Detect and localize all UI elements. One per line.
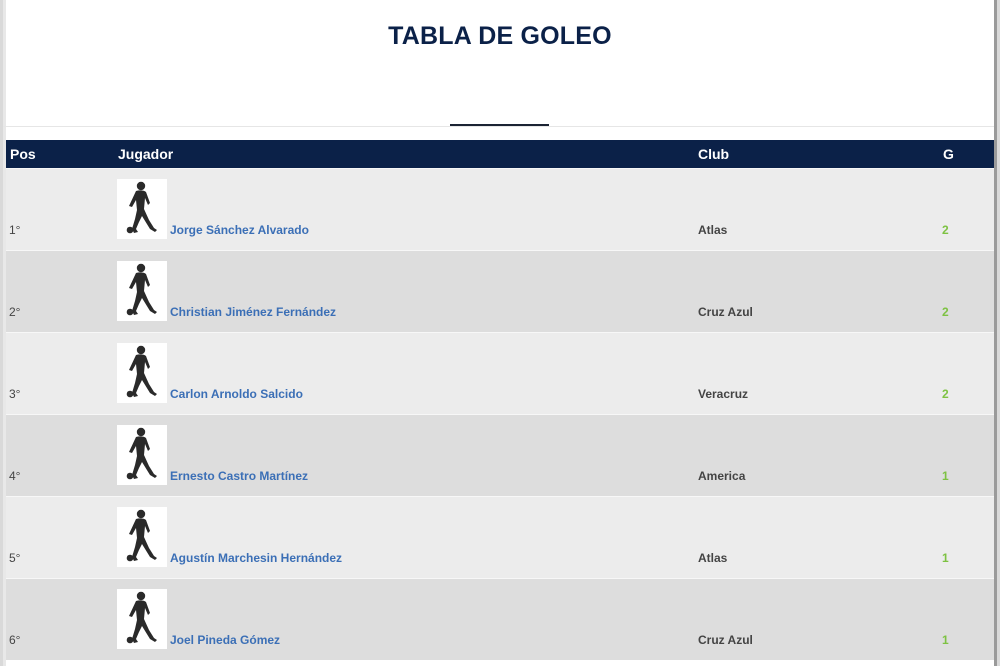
row-pos: 6° (3, 577, 118, 660)
row-player: Carlon Arnoldo Salcido (117, 331, 698, 414)
soccer-player-silhouette-icon-svg (126, 591, 157, 644)
table-row: 6° Joel Pineda Gómez Cruz Azul 1 (3, 577, 997, 660)
row-club: Veracruz (698, 331, 930, 414)
row-pos: 2° (3, 249, 118, 332)
scorers-table: Pos Jugador Club G 1° Jorge Sánchez Alva… (3, 140, 997, 660)
player-name-link[interactable]: Agustín Marchesin Hernández (170, 551, 342, 565)
player-name-link[interactable]: Jorge Sánchez Alvarado (170, 223, 309, 237)
player-name-link[interactable]: Carlon Arnoldo Salcido (170, 387, 303, 401)
soccer-player-silhouette-icon[interactable] (117, 260, 167, 321)
table-row: 3° Carlon Arnoldo Salcido Veracruz 2 (3, 331, 997, 414)
row-club: Atlas (698, 495, 930, 578)
table-row: 1° Jorge Sánchez Alvarado Atlas 2 (3, 167, 997, 250)
page-title: TABLA DE GOLEO (388, 22, 612, 50)
row-goals: 2 (930, 249, 997, 332)
row-goals: 1 (930, 577, 997, 660)
row-pos: 5° (3, 495, 118, 578)
row-player: Jorge Sánchez Alvarado (117, 167, 698, 250)
soccer-player-silhouette-icon[interactable] (117, 506, 167, 567)
title-underline (450, 124, 549, 126)
soccer-player-silhouette-icon[interactable] (117, 342, 167, 403)
row-club: Cruz Azul (698, 577, 930, 660)
row-club: America (698, 413, 930, 496)
spacer (3, 127, 997, 140)
player-cell: Joel Pineda Gómez (117, 589, 698, 649)
row-goals: 2 (930, 167, 997, 250)
player-cell: Carlon Arnoldo Salcido (117, 342, 698, 403)
player-name-link[interactable]: Joel Pineda Gómez (170, 633, 280, 647)
header-row: Pos Jugador Club G (3, 140, 997, 168)
table-row: 4° Ernesto Castro Martínez America 1 (3, 413, 997, 496)
row-player: Ernesto Castro Martínez (117, 413, 698, 496)
header-pos: Pos (10, 145, 36, 162)
row-pos: 1° (3, 167, 118, 250)
row-goals: 2 (930, 331, 997, 414)
row-pos: 4° (3, 413, 118, 496)
header-player: Jugador (118, 145, 174, 162)
panel-right-edge (994, 0, 997, 666)
row-club: Cruz Azul (698, 249, 930, 332)
table-row: 2° Christian Jiménez Fernández Cruz Azul… (3, 249, 997, 332)
header-club: Club (698, 145, 730, 162)
soccer-player-silhouette-icon-svg (126, 345, 157, 397)
row-player: Joel Pineda Gómez (117, 577, 698, 660)
soccer-player-silhouette-icon[interactable] (117, 178, 167, 239)
player-cell: Ernesto Castro Martínez (117, 424, 698, 485)
page: TABLA DE GOLEO Pos Jugador Club G 1° Jor… (0, 0, 1000, 666)
row-club: Atlas (698, 167, 930, 250)
soccer-player-silhouette-icon[interactable] (117, 589, 167, 649)
soccer-player-silhouette-icon[interactable] (117, 424, 167, 485)
player-cell: Christian Jiménez Fernández (117, 260, 698, 321)
table-header: Pos Jugador Club G (3, 140, 997, 168)
title-area: TABLA DE GOLEO (3, 0, 997, 127)
soccer-player-silhouette-icon-svg (126, 181, 157, 233)
row-player: Christian Jiménez Fernández (117, 249, 698, 332)
soccer-player-silhouette-icon-svg (126, 263, 157, 315)
scorers-panel: TABLA DE GOLEO Pos Jugador Club G 1° Jor… (3, 0, 997, 666)
table-body: 1° Jorge Sánchez Alvarado Atlas 2 2° Chr… (3, 167, 997, 660)
player-name-link[interactable]: Ernesto Castro Martínez (170, 469, 308, 483)
soccer-player-silhouette-icon-svg (126, 427, 157, 479)
player-name-link[interactable]: Christian Jiménez Fernández (170, 305, 336, 319)
row-player: Agustín Marchesin Hernández (117, 495, 698, 578)
soccer-player-silhouette-icon-svg (126, 509, 157, 561)
player-cell: Jorge Sánchez Alvarado (117, 178, 698, 239)
row-goals: 1 (930, 413, 997, 496)
player-cell: Agustín Marchesin Hernández (117, 506, 698, 567)
row-goals: 1 (930, 495, 997, 578)
header-goals: G (943, 145, 954, 162)
row-pos: 3° (3, 331, 118, 414)
table-row: 5° Agustín Marchesin Hernández Atlas 1 (3, 495, 997, 578)
